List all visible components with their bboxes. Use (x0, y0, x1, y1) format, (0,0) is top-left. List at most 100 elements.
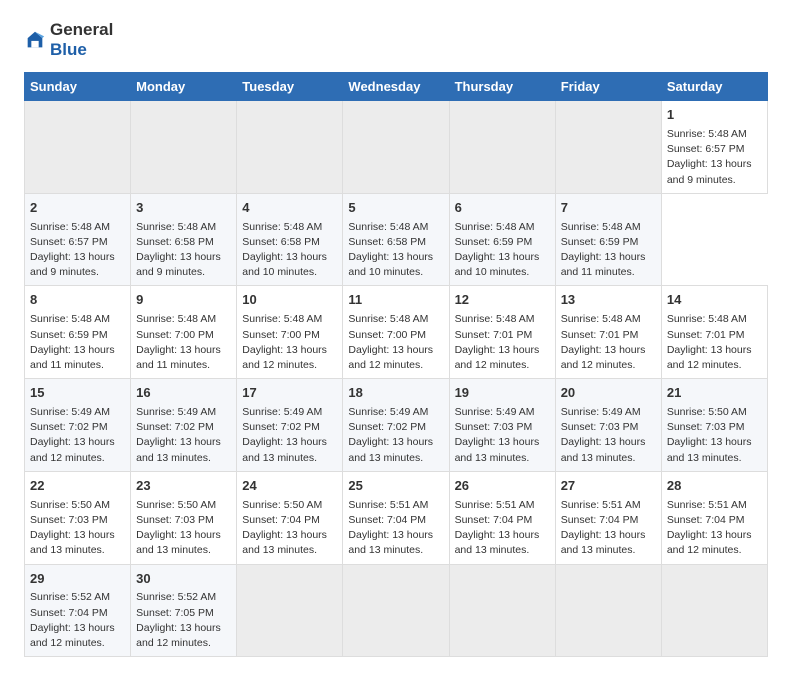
day-detail: Sunrise: 5:48 AMSunset: 6:59 PMDaylight:… (455, 220, 550, 281)
day-number: 21 (667, 384, 762, 403)
calendar-day-cell: 12Sunrise: 5:48 AMSunset: 7:01 PMDayligh… (449, 286, 555, 379)
weekday-header: Saturday (661, 73, 767, 101)
day-detail: Sunrise: 5:48 AMSunset: 7:00 PMDaylight:… (136, 312, 231, 373)
weekday-header: Tuesday (237, 73, 343, 101)
logo-icon (24, 29, 46, 51)
calendar-day-cell: 26Sunrise: 5:51 AMSunset: 7:04 PMDayligh… (449, 471, 555, 564)
day-detail: Sunrise: 5:48 AMSunset: 7:01 PMDaylight:… (667, 312, 762, 373)
day-detail: Sunrise: 5:51 AMSunset: 7:04 PMDaylight:… (348, 498, 443, 559)
day-detail: Sunrise: 5:51 AMSunset: 7:04 PMDaylight:… (455, 498, 550, 559)
day-number: 2 (30, 199, 125, 218)
calendar-day-cell (555, 101, 661, 194)
calendar-day-cell (25, 101, 131, 194)
day-detail: Sunrise: 5:48 AMSunset: 6:58 PMDaylight:… (242, 220, 337, 281)
day-detail: Sunrise: 5:48 AMSunset: 6:57 PMDaylight:… (667, 127, 762, 188)
calendar-day-cell: 27Sunrise: 5:51 AMSunset: 7:04 PMDayligh… (555, 471, 661, 564)
day-detail: Sunrise: 5:48 AMSunset: 6:58 PMDaylight:… (136, 220, 231, 281)
calendar-day-cell: 20 Sunrise: 5:49 AMSunset: 7:03 PMDayligh… (555, 379, 661, 472)
day-detail: Sunrise: 5:48 AMSunset: 7:00 PMDaylight:… (348, 312, 443, 373)
calendar-day-cell: 19 Sunrise: 5:49 AMSunset: 7:03 PMDayligh… (449, 379, 555, 472)
calendar-day-cell: 22 Sunrise: 5:50 AMSunset: 7:03 PMDayligh… (25, 471, 131, 564)
day-number: 15 (30, 384, 125, 403)
logo: General Blue (24, 20, 113, 60)
day-number: 9 (136, 291, 231, 310)
day-detail: Sunrise: 5:48 AMSunset: 6:58 PMDaylight:… (348, 220, 443, 281)
calendar-day-cell (661, 564, 767, 657)
day-number: 13 (561, 291, 656, 310)
calendar-week-row: 2 Sunrise: 5:48 AMSunset: 6:57 PMDaylight… (25, 193, 768, 286)
day-number: 16 (136, 384, 231, 403)
day-number: 22 (30, 477, 125, 496)
day-number: 11 (348, 291, 443, 310)
day-number: 28 (667, 477, 762, 496)
weekday-header: Thursday (449, 73, 555, 101)
calendar-day-cell: 1Sunrise: 5:48 AMSunset: 6:57 PMDaylight… (661, 101, 767, 194)
day-number: 23 (136, 477, 231, 496)
day-number: 5 (348, 199, 443, 218)
day-detail: Sunrise: 5:48 AMSunset: 7:00 PMDaylight:… (242, 312, 337, 373)
day-detail: Sunrise: 5:48 AMSunset: 6:59 PMDaylight:… (561, 220, 656, 281)
calendar-day-cell: 4 Sunrise: 5:48 AMSunset: 6:58 PMDaylight… (237, 193, 343, 286)
calendar-week-row: 15 Sunrise: 5:49 AMSunset: 7:02 PMDayligh… (25, 379, 768, 472)
day-number: 3 (136, 199, 231, 218)
calendar-day-cell: 15 Sunrise: 5:49 AMSunset: 7:02 PMDayligh… (25, 379, 131, 472)
logo-blue-text: Blue (50, 40, 87, 59)
calendar-day-cell: 28Sunrise: 5:51 AMSunset: 7:04 PMDayligh… (661, 471, 767, 564)
calendar-day-cell: 14 Sunrise: 5:48 AMSunset: 7:01 PMDayligh… (661, 286, 767, 379)
calendar-day-cell (343, 564, 449, 657)
day-number: 18 (348, 384, 443, 403)
header: General Blue (24, 20, 768, 60)
day-number: 7 (561, 199, 656, 218)
day-number: 6 (455, 199, 550, 218)
day-detail: Sunrise: 5:50 AMSunset: 7:03 PMDaylight:… (667, 405, 762, 466)
calendar-week-row: 22 Sunrise: 5:50 AMSunset: 7:03 PMDayligh… (25, 471, 768, 564)
weekday-header: Monday (131, 73, 237, 101)
calendar-week-row: 29Sunrise: 5:52 AMSunset: 7:04 PMDayligh… (25, 564, 768, 657)
calendar-day-cell: 13Sunrise: 5:48 AMSunset: 7:01 PMDayligh… (555, 286, 661, 379)
calendar-header-row: SundayMondayTuesdayWednesdayThursdayFrid… (25, 73, 768, 101)
calendar-day-cell (237, 101, 343, 194)
calendar-day-cell: 21 Sunrise: 5:50 AMSunset: 7:03 PMDayligh… (661, 379, 767, 472)
day-detail: Sunrise: 5:49 AMSunset: 7:02 PMDaylight:… (348, 405, 443, 466)
calendar-day-cell: 5 Sunrise: 5:48 AMSunset: 6:58 PMDaylight… (343, 193, 449, 286)
day-detail: Sunrise: 5:49 AMSunset: 7:02 PMDaylight:… (30, 405, 125, 466)
day-number: 14 (667, 291, 762, 310)
day-detail: Sunrise: 5:50 AMSunset: 7:03 PMDaylight:… (30, 498, 125, 559)
weekday-header: Sunday (25, 73, 131, 101)
day-detail: Sunrise: 5:50 AMSunset: 7:04 PMDaylight:… (242, 498, 337, 559)
day-number: 10 (242, 291, 337, 310)
calendar-day-cell: 9 Sunrise: 5:48 AMSunset: 7:00 PMDaylight… (131, 286, 237, 379)
day-detail: Sunrise: 5:52 AMSunset: 7:04 PMDaylight:… (30, 590, 125, 651)
day-number: 27 (561, 477, 656, 496)
day-detail: Sunrise: 5:48 AMSunset: 6:59 PMDaylight:… (30, 312, 125, 373)
day-number: 30 (136, 570, 231, 589)
calendar-day-cell: 7 Sunrise: 5:48 AMSunset: 6:59 PMDaylight… (555, 193, 661, 286)
calendar-day-cell: 18 Sunrise: 5:49 AMSunset: 7:02 PMDayligh… (343, 379, 449, 472)
calendar-day-cell: 3 Sunrise: 5:48 AMSunset: 6:58 PMDaylight… (131, 193, 237, 286)
calendar-day-cell: 17 Sunrise: 5:49 AMSunset: 7:02 PMDayligh… (237, 379, 343, 472)
day-detail: Sunrise: 5:49 AMSunset: 7:02 PMDaylight:… (136, 405, 231, 466)
calendar-day-cell (237, 564, 343, 657)
day-number: 8 (30, 291, 125, 310)
day-number: 20 (561, 384, 656, 403)
calendar-day-cell (449, 101, 555, 194)
day-detail: Sunrise: 5:49 AMSunset: 7:03 PMDaylight:… (455, 405, 550, 466)
day-detail: Sunrise: 5:49 AMSunset: 7:02 PMDaylight:… (242, 405, 337, 466)
day-number: 25 (348, 477, 443, 496)
calendar-day-cell: 11 Sunrise: 5:48 AMSunset: 7:00 PMDayligh… (343, 286, 449, 379)
day-number: 17 (242, 384, 337, 403)
day-number: 19 (455, 384, 550, 403)
calendar-day-cell: 6 Sunrise: 5:48 AMSunset: 6:59 PMDaylight… (449, 193, 555, 286)
weekday-header: Friday (555, 73, 661, 101)
calendar-day-cell: 24Sunrise: 5:50 AMSunset: 7:04 PMDayligh… (237, 471, 343, 564)
calendar-day-cell: 8 Sunrise: 5:48 AMSunset: 6:59 PMDaylight… (25, 286, 131, 379)
calendar-day-cell (343, 101, 449, 194)
calendar-day-cell: 25 Sunrise: 5:51 AMSunset: 7:04 PMDayligh… (343, 471, 449, 564)
day-detail: Sunrise: 5:52 AMSunset: 7:05 PMDaylight:… (136, 590, 231, 651)
day-detail: Sunrise: 5:50 AMSunset: 7:03 PMDaylight:… (136, 498, 231, 559)
day-detail: Sunrise: 5:49 AMSunset: 7:03 PMDaylight:… (561, 405, 656, 466)
day-detail: Sunrise: 5:48 AMSunset: 6:57 PMDaylight:… (30, 220, 125, 281)
day-number: 4 (242, 199, 337, 218)
calendar-day-cell: 2 Sunrise: 5:48 AMSunset: 6:57 PMDaylight… (25, 193, 131, 286)
calendar-week-row: 8 Sunrise: 5:48 AMSunset: 6:59 PMDaylight… (25, 286, 768, 379)
